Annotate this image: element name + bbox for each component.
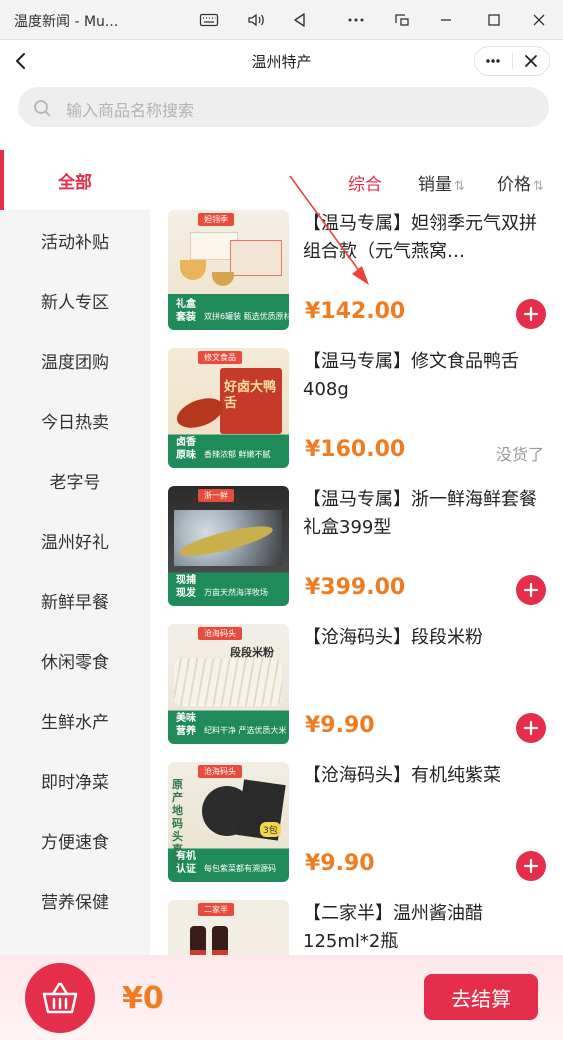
capsule-close-button[interactable] xyxy=(513,47,550,75)
window-title: 温度新闻 - Mu... xyxy=(14,14,119,30)
category-item-time-honored[interactable]: 老字号 xyxy=(0,450,150,510)
plus-icon xyxy=(524,583,538,597)
cart-button[interactable] xyxy=(25,963,95,1033)
cart-total: ¥0 xyxy=(122,981,164,1016)
product-card[interactable]: 妲翎季 礼盒套装 双拼6罐装 甄选优质原材 【温马专属】妲翎季元气双拼组合款（元… xyxy=(150,210,563,348)
more-icon[interactable] xyxy=(342,6,370,34)
plus-icon xyxy=(524,307,538,321)
sort-price[interactable]: 价格 ⇅ xyxy=(497,170,544,195)
thumb-slogan: 双拼6罐装 甄选优质原材 xyxy=(204,312,289,321)
product-name[interactable]: 【沧海码头】有机纯紫菜 xyxy=(303,762,548,790)
sort-sales-arrow-icon: ⇅ xyxy=(454,179,465,194)
category-item-wenzhou-gifts[interactable]: 温州好礼 xyxy=(0,510,150,570)
thumb-brand: 二家半 xyxy=(198,903,234,916)
product-price: ¥399.00 xyxy=(305,575,406,600)
minimize-icon[interactable] xyxy=(432,6,460,34)
sold-out-label: 没货了 xyxy=(496,445,545,464)
more-dots-icon xyxy=(486,59,500,63)
product-thumbnail[interactable]: 沧海码头 段段米粉 美味营养 纪料干净 严选优质大米 xyxy=(168,624,289,744)
category-sidebar: 全部 活动补贴 新人专区 温度团购 今日热卖 老字号 温州好礼 新鲜早餐 休闲零… xyxy=(0,150,150,955)
product-price: ¥160.00 xyxy=(305,437,406,462)
add-to-cart-button[interactable] xyxy=(516,575,546,605)
category-item-newcomer[interactable]: 新人专区 xyxy=(0,270,150,330)
product-card[interactable]: 修文食品 好卤大鸭舌 卤香原味 香辣浓郁 鲜嫩不腻 【温马专属】修文食品鸭舌40… xyxy=(150,348,563,486)
thumb-tag: 美味营养 xyxy=(176,713,196,737)
sort-bar: 综合 销量 ⇅ 价格 ⇅ xyxy=(150,150,563,210)
product-card[interactable]: 沧海码头 原产地码头直供 3包 有机认证 每包紫菜都有溯源码 【沧海码头】有机纯… xyxy=(150,762,563,900)
app-header: 温州特产 xyxy=(0,40,563,82)
product-price: ¥9.90 xyxy=(305,851,375,876)
product-card[interactable]: 沧海码头 段段米粉 美味营养 纪料干净 严选优质大米 【沧海码头】段段米粉 ¥9… xyxy=(150,624,563,762)
product-name[interactable]: 【温马专属】浙一鲜海鲜套餐礼盒399型 xyxy=(303,486,548,542)
thumb-brand: 沧海码头 xyxy=(198,765,242,778)
cart-bar: ¥0 去结算 xyxy=(0,955,563,1040)
thumb-slogan: 每包紫菜都有溯源码 xyxy=(204,864,276,873)
thumb-brand: 沧海码头 xyxy=(198,627,242,640)
product-card[interactable]: 二家半 【二家半】温州酱油醋125ml*2瓶 xyxy=(150,900,563,955)
product-name[interactable]: 【温马专属】妲翎季元气双拼组合款（元气燕窝… xyxy=(303,210,548,266)
thumb-slogan: 香辣浓郁 鲜嫩不腻 xyxy=(204,450,271,459)
product-name[interactable]: 【二家半】温州酱油醋125ml*2瓶 xyxy=(303,900,548,955)
product-name[interactable]: 【温马专属】修文食品鸭舌408g xyxy=(303,348,548,404)
category-item-breakfast[interactable]: 新鲜早餐 xyxy=(0,570,150,630)
thumb-slogan: 万亩天然海洋牧场 xyxy=(204,588,268,597)
product-list: 妲翎季 礼盒套装 双拼6罐装 甄选优质原材 【温马专属】妲翎季元气双拼组合款（元… xyxy=(150,210,563,955)
thumb-tag: 现捕现发 xyxy=(176,575,196,599)
product-price: ¥142.00 xyxy=(305,299,406,324)
thumb-tag: 有机认证 xyxy=(176,851,196,875)
category-item-group-buy[interactable]: 温度团购 xyxy=(0,330,150,390)
plus-icon xyxy=(524,721,538,735)
product-name[interactable]: 【沧海码头】段段米粉 xyxy=(303,624,548,652)
thumb-brand: 修文食品 xyxy=(198,351,242,364)
add-to-cart-button[interactable] xyxy=(516,299,546,329)
category-item-all[interactable]: 全部 xyxy=(0,150,150,210)
sort-sales-label: 销量 xyxy=(418,175,452,195)
search-icon xyxy=(32,98,52,118)
thumb-badge: 3包 xyxy=(260,822,281,837)
capsule-more-button[interactable] xyxy=(475,47,512,75)
sort-sales[interactable]: 销量 ⇅ xyxy=(418,170,465,195)
thumb-brand: 妲翎季 xyxy=(198,213,234,226)
category-item-hot-today[interactable]: 今日热卖 xyxy=(0,390,150,450)
product-thumbnail[interactable]: 二家半 xyxy=(168,900,289,955)
category-item-subsidy[interactable]: 活动补贴 xyxy=(0,210,150,270)
window-titlebar: 温度新闻 - Mu... xyxy=(0,0,563,40)
back-triangle-icon[interactable] xyxy=(286,6,314,34)
thumb-brand: 浙一鲜 xyxy=(198,489,234,502)
product-thumbnail[interactable]: 修文食品 好卤大鸭舌 卤香原味 香辣浓郁 鲜嫩不腻 xyxy=(168,348,289,468)
product-thumbnail[interactable]: 沧海码头 原产地码头直供 3包 有机认证 每包紫菜都有溯源码 xyxy=(168,762,289,882)
sort-price-arrow-icon: ⇅ xyxy=(533,179,544,194)
sort-default[interactable]: 综合 xyxy=(348,170,382,195)
search-bar[interactable]: 输入商品名称搜索 xyxy=(18,87,549,127)
pip-icon[interactable] xyxy=(388,6,416,34)
category-item-seafood[interactable]: 生鲜水产 xyxy=(0,690,150,750)
product-card[interactable]: 浙一鲜 现捕现发 万亩天然海洋牧场 【温马专属】浙一鲜海鲜套餐礼盒399型 ¥3… xyxy=(150,486,563,624)
thumb-title: 好卤大鸭舌 xyxy=(224,380,277,411)
product-thumbnail[interactable]: 妲翎季 礼盒套装 双拼6罐装 甄选优质原材 xyxy=(168,210,289,330)
plus-icon xyxy=(524,859,538,873)
search-placeholder: 输入商品名称搜索 xyxy=(66,101,195,120)
thumb-tag: 卤香原味 xyxy=(176,437,196,461)
sort-price-label: 价格 xyxy=(497,175,531,195)
maximize-icon[interactable] xyxy=(480,6,508,34)
product-thumbnail[interactable]: 浙一鲜 现捕现发 万亩天然海洋牧场 xyxy=(168,486,289,606)
close-window-icon[interactable] xyxy=(525,6,553,34)
miniapp-capsule xyxy=(474,46,550,76)
product-price: ¥9.90 xyxy=(305,713,375,738)
category-item-fresh-veg[interactable]: 即时净菜 xyxy=(0,750,150,810)
checkout-button[interactable]: 去结算 xyxy=(424,974,538,1020)
basket-icon xyxy=(42,982,78,1014)
add-to-cart-button[interactable] xyxy=(516,713,546,743)
keyboard-icon[interactable] xyxy=(195,6,223,34)
add-to-cart-button[interactable] xyxy=(516,851,546,881)
close-icon xyxy=(524,55,537,67)
thumb-tag: 礼盒套装 xyxy=(176,299,196,323)
volume-icon[interactable] xyxy=(242,6,270,34)
category-item-instant-food[interactable]: 方便速食 xyxy=(0,810,150,870)
thumb-slogan: 纪料干净 严选优质大米 xyxy=(204,726,287,735)
category-item-health[interactable]: 营养保健 xyxy=(0,870,150,930)
category-item-snacks[interactable]: 休闲零食 xyxy=(0,630,150,690)
